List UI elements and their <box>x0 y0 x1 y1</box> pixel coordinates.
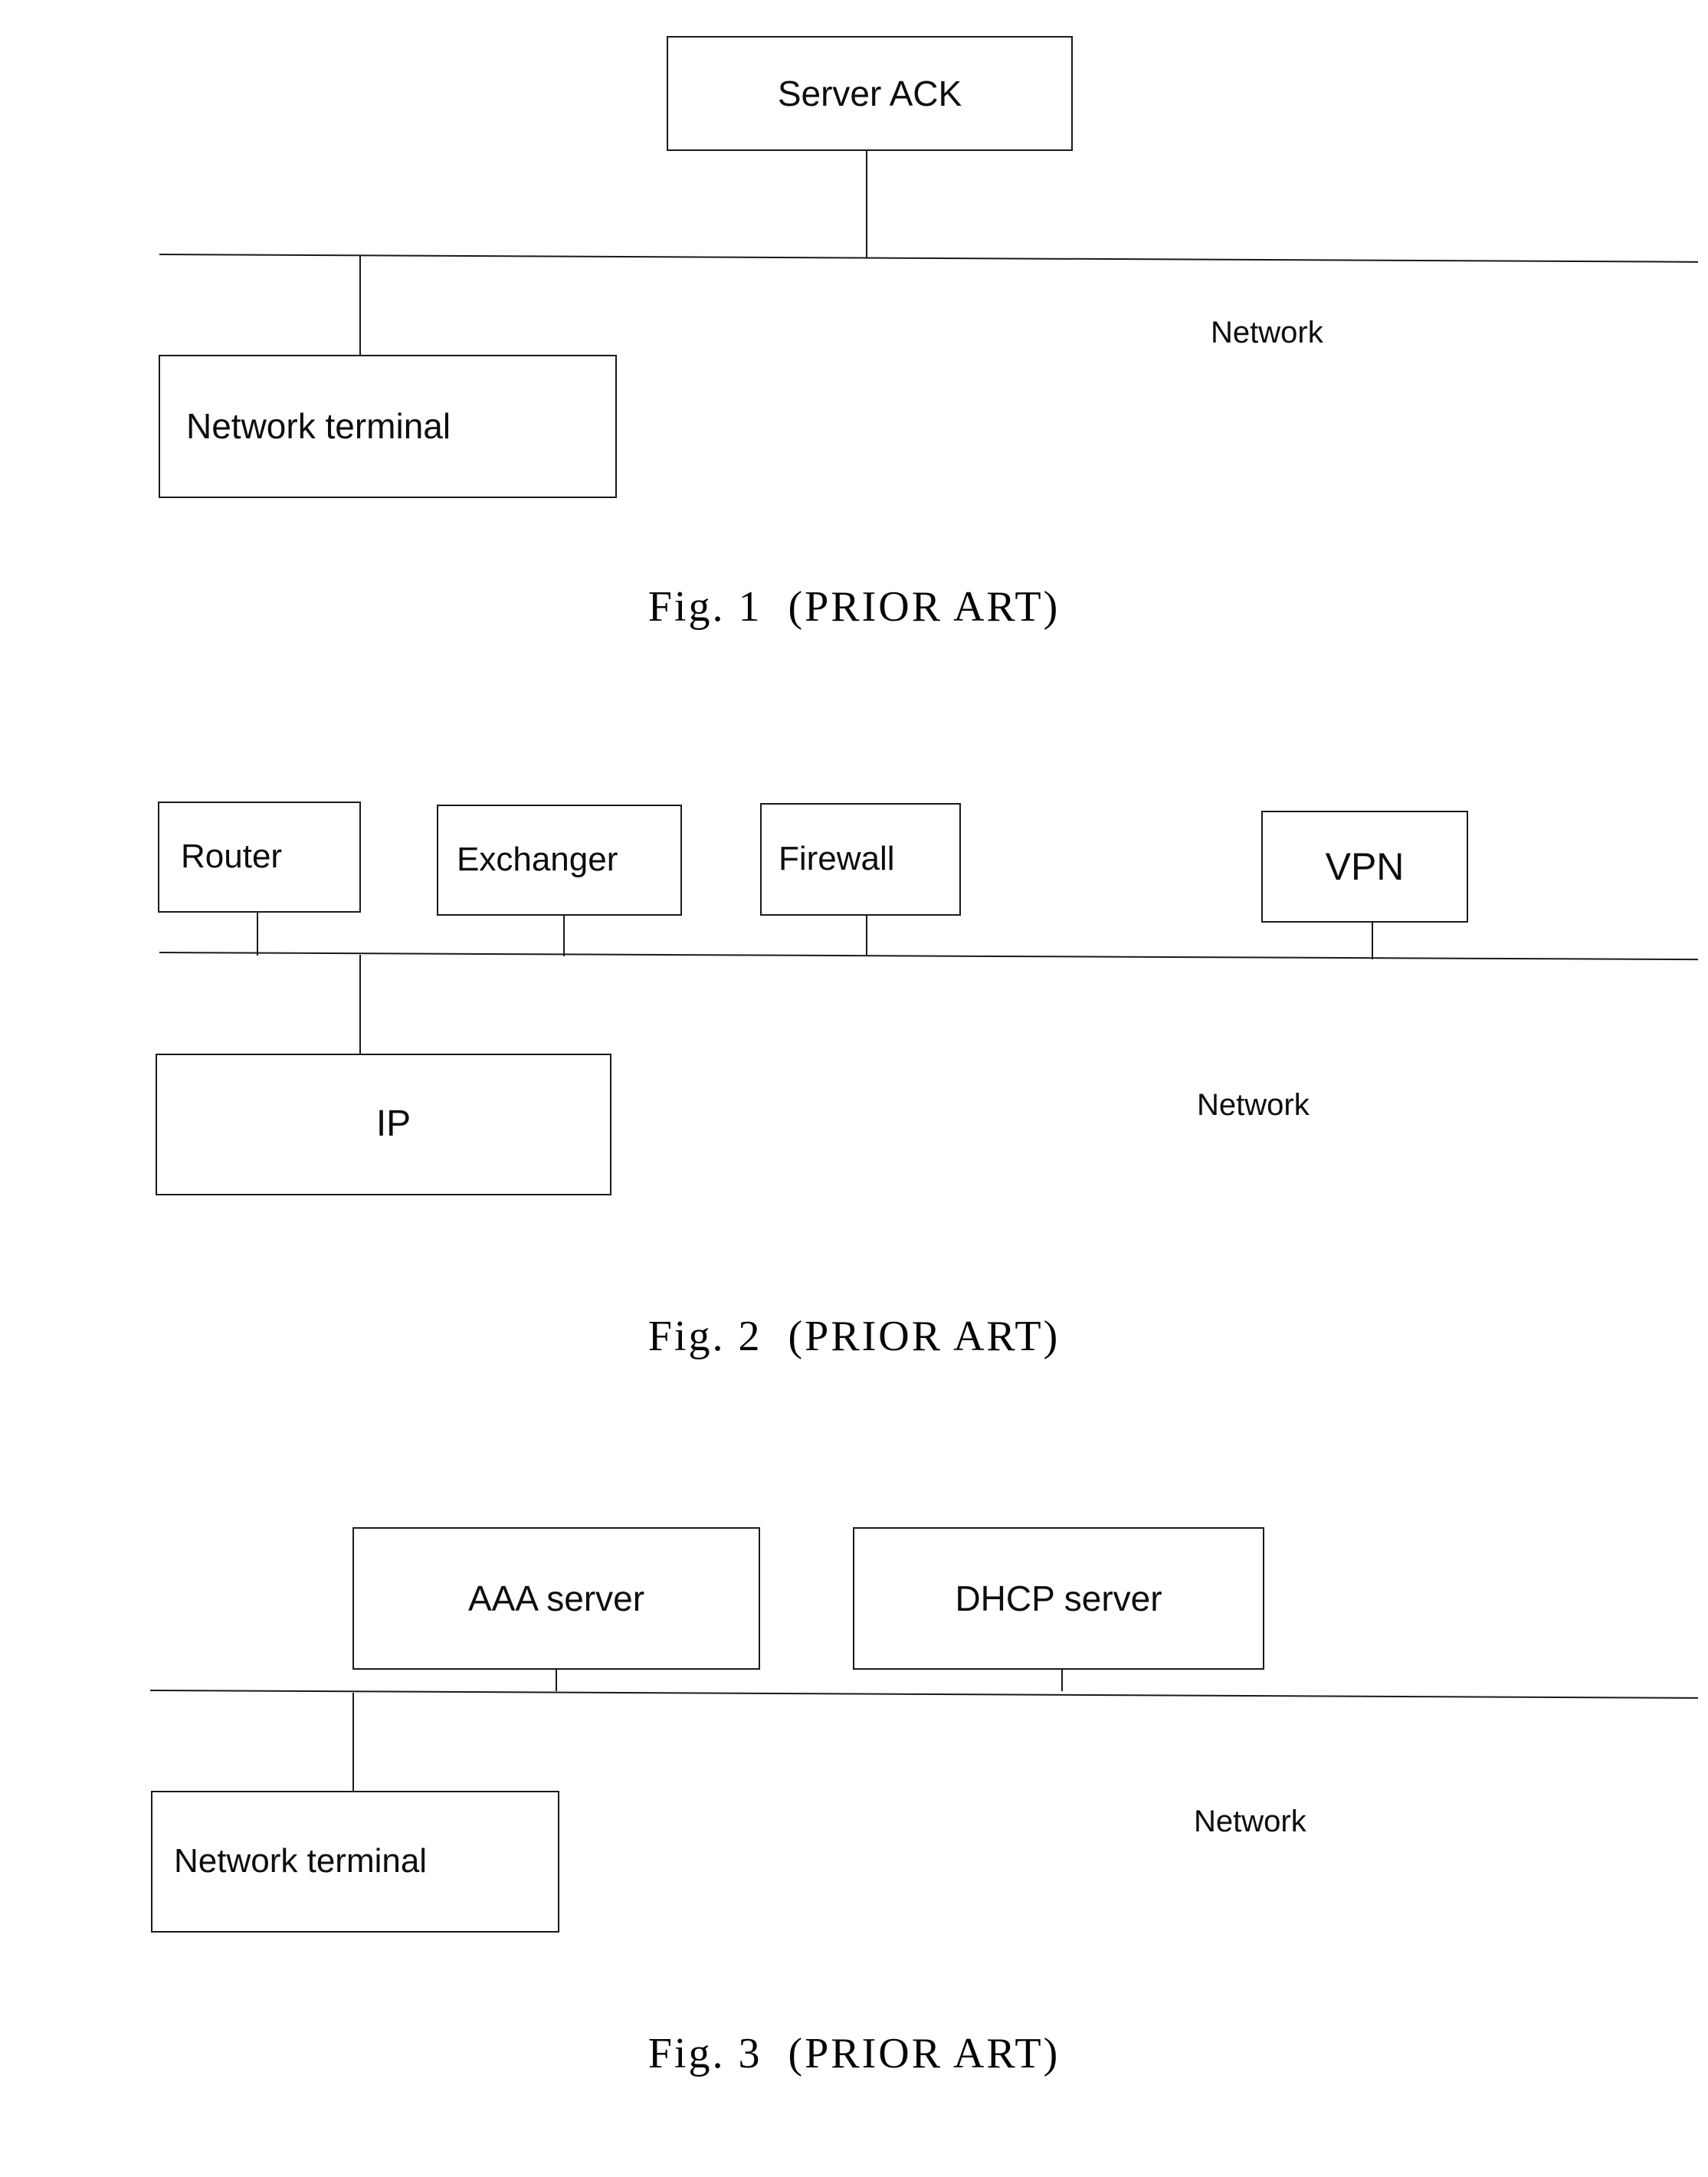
network-bus-line-fig3 <box>149 1690 1698 1699</box>
node-aaa-server[interactable]: AAA server <box>352 1527 760 1670</box>
network-label-fig3: Network <box>1194 1805 1306 1838</box>
node-network-terminal-fig3[interactable]: Network terminal <box>151 1791 559 1933</box>
figure-3: AAA server DHCP server Network terminal … <box>0 0 1708 2177</box>
patent-drawing-page: Server ACK Network terminal Network Fig.… <box>0 0 1708 2177</box>
connector-dhcp-server-to-network <box>1061 1670 1063 1691</box>
node-dhcp-server-label: DHCP server <box>955 1578 1162 1618</box>
connector-aaa-server-to-network <box>556 1670 557 1691</box>
node-aaa-server-label: AAA server <box>467 1578 645 1618</box>
connector-network-to-terminal-fig3 <box>352 1693 354 1791</box>
node-network-terminal-fig3-label: Network terminal <box>174 1842 428 1880</box>
figure-3-caption: Fig. 3 (PRIOR ART) <box>647 2030 1061 2077</box>
node-dhcp-server[interactable]: DHCP server <box>853 1527 1264 1670</box>
